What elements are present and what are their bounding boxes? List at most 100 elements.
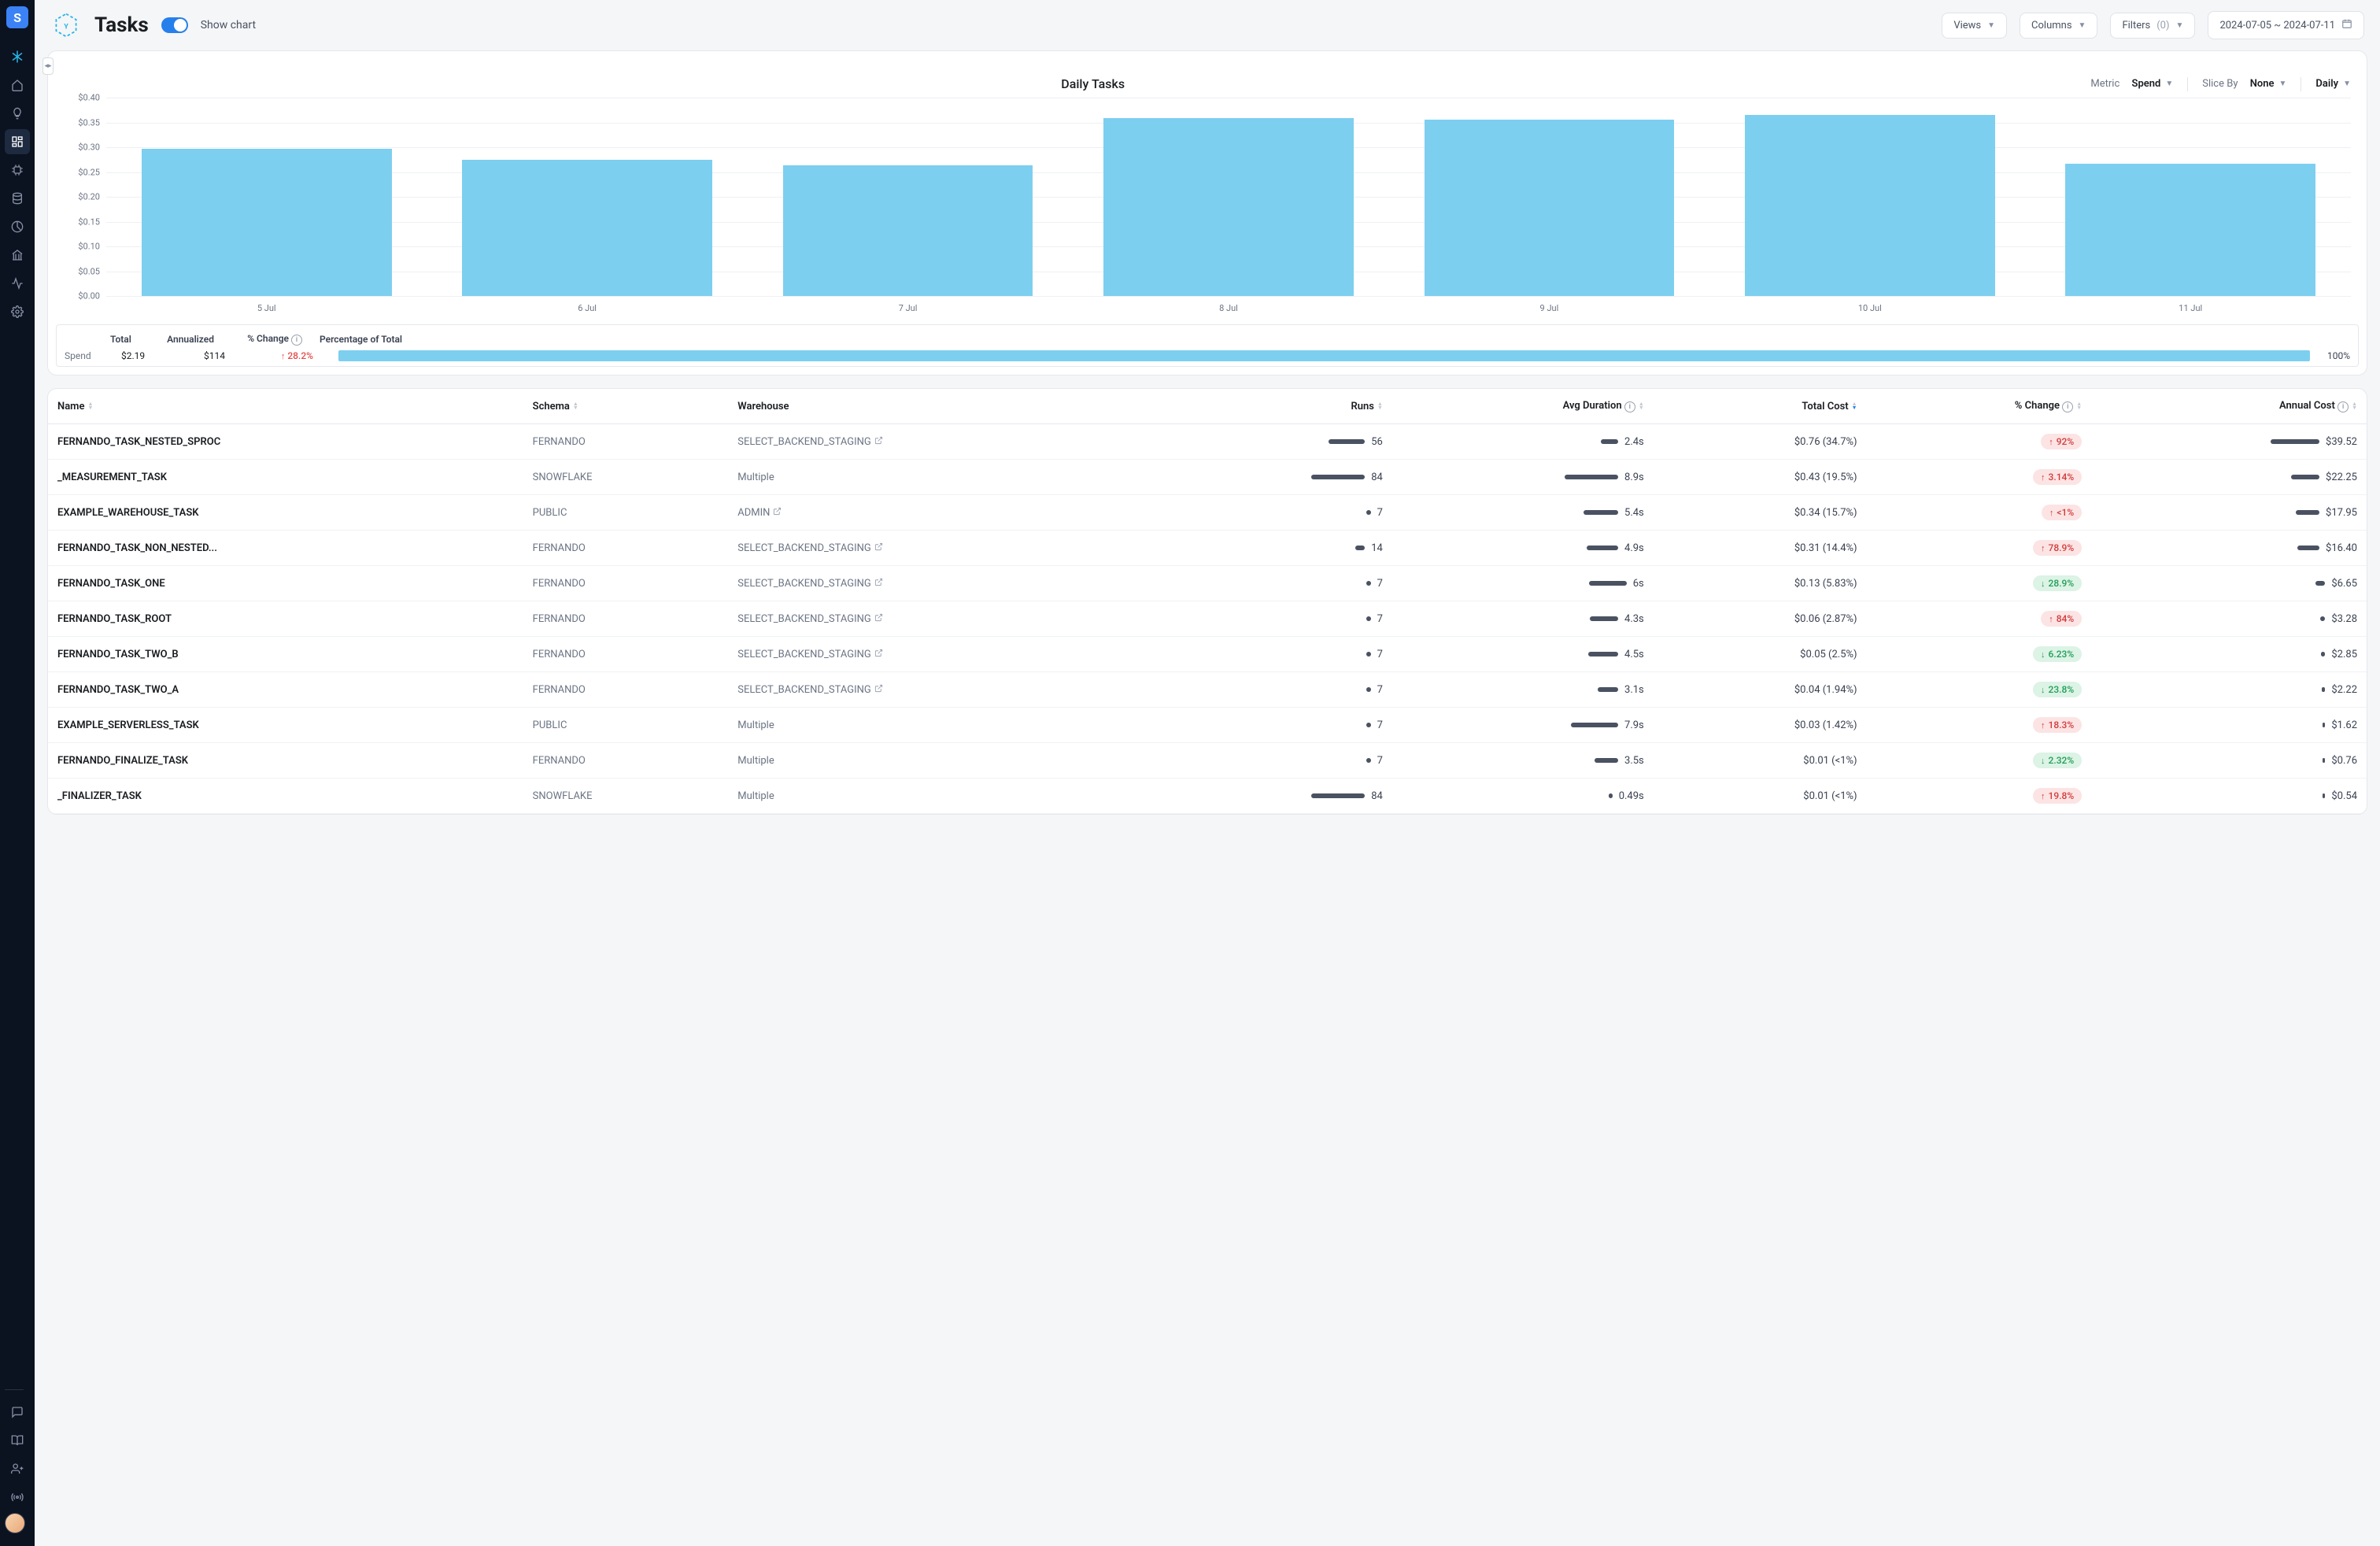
runs-cell: 7	[1157, 743, 1392, 779]
snowflake-icon[interactable]	[5, 44, 30, 69]
chart-bar[interactable]	[2065, 164, 2315, 296]
user-avatar[interactable]	[5, 1513, 25, 1533]
warehouse-cell[interactable]: SELECT_BACKEND_STAGING	[728, 672, 1156, 708]
x-label: 7 Jul	[748, 303, 1068, 313]
warehouse-cell[interactable]: ADMIN	[728, 495, 1156, 531]
warehouse-cell: Multiple	[728, 743, 1156, 779]
col-total-cost[interactable]: Total Cost▲▼	[1654, 389, 1867, 424]
pie-chart-icon[interactable]	[5, 214, 30, 239]
chat-icon[interactable]	[5, 1400, 30, 1425]
task-name-cell: FERNANDO_FINALIZE_TASK	[48, 743, 523, 779]
table-row[interactable]: _FINALIZER_TASKSNOWFLAKEMultiple840.49s$…	[48, 779, 2367, 814]
broadcast-icon[interactable]	[5, 1485, 30, 1510]
external-link-icon[interactable]	[874, 436, 883, 445]
info-icon[interactable]: i	[1624, 401, 1635, 412]
dashboard-icon[interactable]	[5, 129, 30, 154]
warehouse-cell[interactable]: SELECT_BACKEND_STAGING	[728, 637, 1156, 672]
external-link-icon[interactable]	[874, 613, 883, 622]
table-row[interactable]: FERNANDO_TASK_NESTED_SPROCFERNANDOSELECT…	[48, 424, 2367, 460]
y-tick: $0.00	[78, 291, 100, 301]
database-icon[interactable]	[5, 186, 30, 211]
show-chart-toggle[interactable]	[161, 17, 188, 33]
chip-icon[interactable]	[5, 157, 30, 183]
bank-icon[interactable]	[5, 242, 30, 268]
views-dropdown[interactable]: Views▼	[1942, 13, 2007, 39]
chevron-down-icon: ▼	[2165, 80, 2173, 88]
info-icon[interactable]: i	[291, 335, 302, 346]
table-row[interactable]: FERNANDO_TASK_TWO_AFERNANDOSELECT_BACKEN…	[48, 672, 2367, 708]
book-icon[interactable]	[5, 1428, 30, 1453]
total-cost-cell: $0.04 (1.94%)	[1654, 672, 1867, 708]
runs-cell: 7	[1157, 601, 1392, 637]
chart-bar[interactable]	[783, 165, 1033, 296]
runs-cell: 14	[1157, 531, 1392, 566]
columns-dropdown[interactable]: Columns▼	[2020, 13, 2097, 39]
sort-icon: ▲▼	[2352, 402, 2357, 410]
avg-duration-cell: 3.5s	[1392, 743, 1654, 779]
external-link-icon[interactable]	[773, 507, 782, 516]
table-row[interactable]: FERNANDO_TASK_TWO_BFERNANDOSELECT_BACKEN…	[48, 637, 2367, 672]
table-row[interactable]: FERNANDO_FINALIZE_TASKFERNANDOMultiple73…	[48, 743, 2367, 779]
chart-bar[interactable]	[1103, 118, 1354, 296]
col-name[interactable]: Name▲▼	[48, 389, 523, 424]
metric-dropdown[interactable]: Metric Spend ▼	[2090, 78, 2173, 90]
external-link-icon[interactable]	[874, 649, 883, 657]
tasks-logo-icon: Y	[50, 9, 82, 41]
info-icon[interactable]: i	[2062, 401, 2073, 412]
add-user-icon[interactable]	[5, 1456, 30, 1481]
table-row[interactable]: FERNANDO_TASK_ONEFERNANDOSELECT_BACKEND_…	[48, 566, 2367, 601]
activity-icon[interactable]	[5, 271, 30, 296]
avg-duration-cell: 5.4s	[1392, 495, 1654, 531]
summary-change: ↑ 28.2%	[242, 350, 313, 361]
schema-cell: FERNANDO	[523, 601, 729, 637]
task-name-cell: FERNANDO_TASK_NESTED_SPROC	[48, 424, 523, 460]
col-avg-duration[interactable]: Avg Duration i▲▼	[1392, 389, 1654, 424]
collapse-panel-button[interactable]: ◂▸	[42, 57, 54, 75]
warehouse-cell[interactable]: SELECT_BACKEND_STAGING	[728, 601, 1156, 637]
slice-by-dropdown[interactable]: Slice By None ▼	[2202, 78, 2286, 90]
total-cost-cell: $0.43 (19.5%)	[1654, 460, 1867, 495]
col-schema[interactable]: Schema▲▼	[523, 389, 729, 424]
task-name-cell: FERNANDO_TASK_TWO_B	[48, 637, 523, 672]
info-icon[interactable]: i	[2338, 401, 2349, 412]
table-row[interactable]: EXAMPLE_SERVERLESS_TASKPUBLICMultiple77.…	[48, 708, 2367, 743]
external-link-icon[interactable]	[874, 578, 883, 586]
col-pct-change[interactable]: % Change i▲▼	[1867, 389, 2092, 424]
col-runs[interactable]: Runs▲▼	[1157, 389, 1392, 424]
chart-title: Daily Tasks	[109, 76, 2076, 91]
filters-dropdown[interactable]: Filters (0) ▼	[2110, 13, 2195, 39]
chart-bar[interactable]	[462, 160, 712, 296]
table-row[interactable]: _MEASUREMENT_TASKSNOWFLAKEMultiple848.9s…	[48, 460, 2367, 495]
date-range-picker[interactable]: 2024-07-05 ~ 2024-07-11	[2208, 11, 2364, 39]
col-annual-cost[interactable]: Annual Cost i▲▼	[2091, 389, 2367, 424]
chart-bar[interactable]	[142, 149, 392, 296]
col-warehouse[interactable]: Warehouse	[728, 389, 1156, 424]
calendar-icon	[2341, 18, 2352, 32]
warehouse-cell[interactable]: SELECT_BACKEND_STAGING	[728, 424, 1156, 460]
chart-bar[interactable]	[1745, 115, 1995, 296]
external-link-icon[interactable]	[874, 684, 883, 693]
granularity-dropdown[interactable]: Daily ▼	[2315, 78, 2351, 90]
app-logo[interactable]: S	[6, 6, 28, 28]
task-name-cell: FERNANDO_TASK_ROOT	[48, 601, 523, 637]
table-row[interactable]: FERNANDO_TASK_NON_NESTED...FERNANDOSELEC…	[48, 531, 2367, 566]
external-link-icon[interactable]	[874, 542, 883, 551]
warehouse-cell[interactable]: SELECT_BACKEND_STAGING	[728, 531, 1156, 566]
table-row[interactable]: FERNANDO_TASK_ROOTFERNANDOSELECT_BACKEND…	[48, 601, 2367, 637]
home-icon[interactable]	[5, 72, 30, 98]
chart-bar[interactable]	[1425, 120, 1675, 296]
gear-icon[interactable]	[5, 299, 30, 324]
table-row[interactable]: EXAMPLE_WAREHOUSE_TASKPUBLICADMIN75.4s$0…	[48, 495, 2367, 531]
lightbulb-icon[interactable]	[5, 101, 30, 126]
schema-cell: FERNANDO	[523, 637, 729, 672]
summary-row: Total Annualized % Change i Percentage o…	[56, 324, 2359, 367]
y-tick: $0.05	[78, 266, 100, 276]
page-header: Y Tasks Show chart Views▼ Columns▼ Filte…	[35, 0, 2380, 50]
warehouse-cell: Multiple	[728, 708, 1156, 743]
x-label: 9 Jul	[1389, 303, 1709, 313]
sort-icon: ▲▼	[1852, 402, 1857, 410]
chevron-down-icon: ▼	[2079, 21, 2086, 30]
total-cost-cell: $0.01 (<1%)	[1654, 743, 1867, 779]
warehouse-cell[interactable]: SELECT_BACKEND_STAGING	[728, 566, 1156, 601]
summary-annualized: $114	[170, 350, 225, 361]
